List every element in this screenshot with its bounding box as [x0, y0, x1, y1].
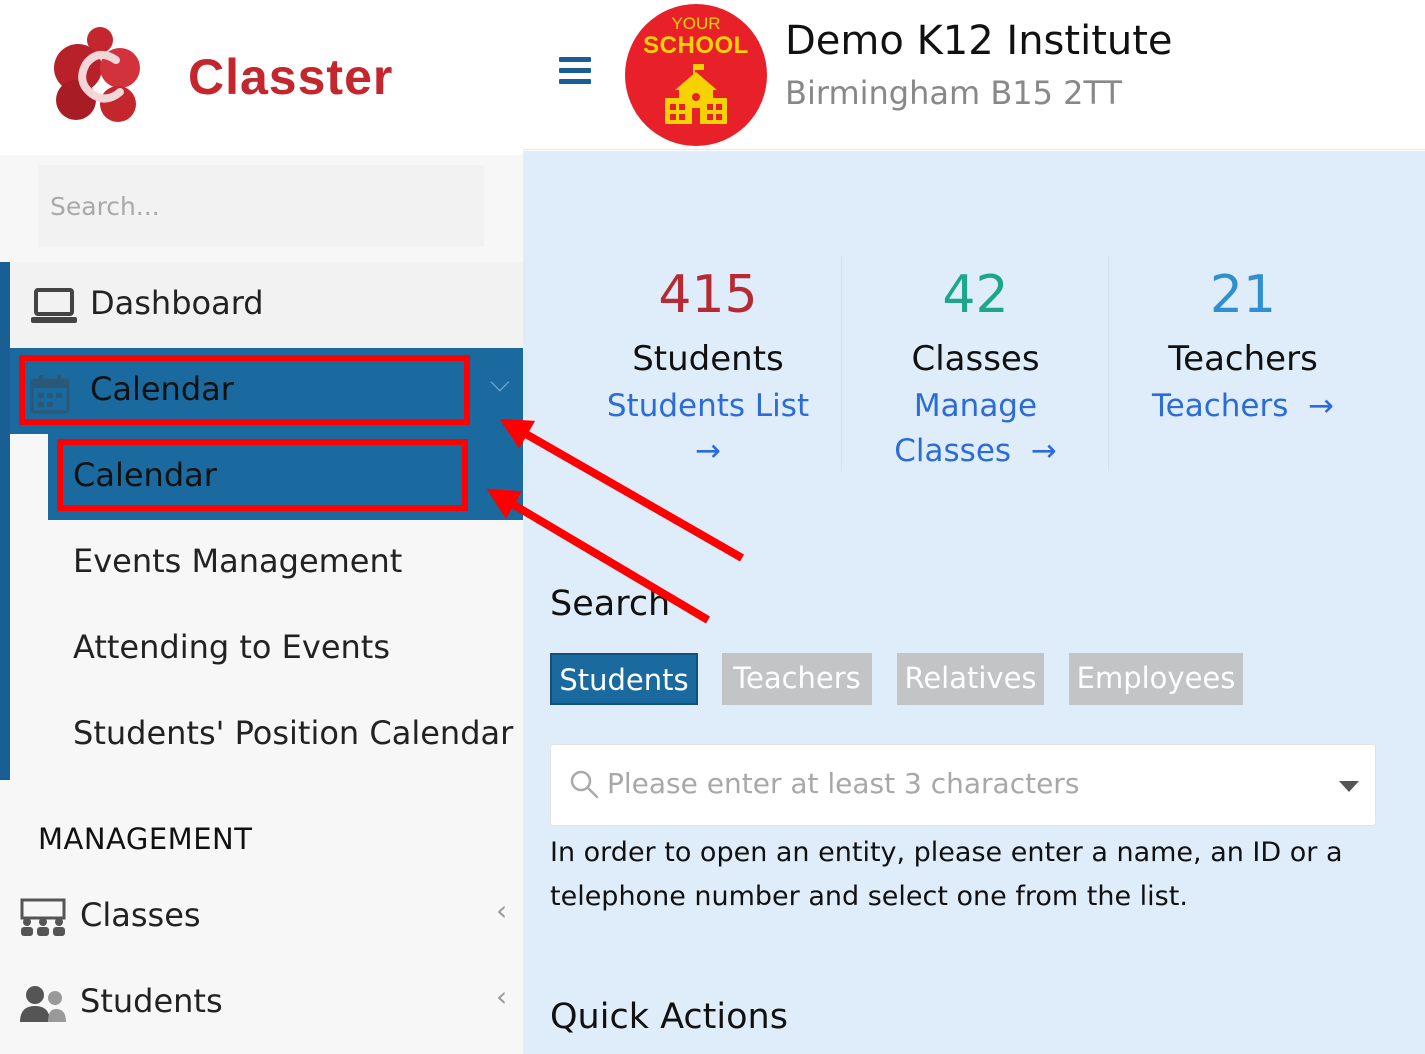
- users-icon: [20, 986, 66, 1022]
- chevron-left-icon: ‹: [496, 894, 508, 927]
- main-content: 415 Students Students List → 42 Classes …: [523, 151, 1425, 1054]
- sidebar-item-classes[interactable]: Classes ‹: [0, 876, 523, 956]
- school-logo-text: YOUR: [671, 14, 721, 33]
- institute-name: Demo K12 Institute: [785, 18, 1173, 64]
- tab-students[interactable]: Students: [550, 653, 698, 705]
- stat-divider: [1108, 256, 1109, 471]
- top-header: YOUR SCHOOL Demo K12 Institute Birmingha…: [523, 0, 1425, 150]
- tab-teachers[interactable]: Teachers: [722, 653, 872, 705]
- sidebar-item-label: Dashboard: [90, 284, 264, 322]
- caret-down-icon[interactable]: [1339, 781, 1359, 792]
- tab-employees[interactable]: Employees: [1069, 653, 1243, 705]
- sidebar-item-label: Classes: [80, 896, 201, 934]
- laptop-icon: [31, 288, 77, 323]
- tab-relatives[interactable]: Relatives: [897, 653, 1044, 705]
- sidebar: Classter Dashboard Calendar ⌵: [0, 0, 523, 1054]
- sidebar-subitem-events-management[interactable]: Events Management: [48, 520, 523, 606]
- stat-value: 415: [658, 265, 758, 325]
- sidebar-subitem-calendar[interactable]: Calendar: [48, 434, 523, 520]
- sidebar-subitem-label: Students' Position Calendar: [73, 714, 514, 752]
- sidebar-section-management: MANAGEMENT: [38, 822, 253, 856]
- brand-name: Classter: [188, 49, 394, 105]
- sidebar-subitem-label: Attending to Events: [73, 628, 390, 666]
- students-list-link[interactable]: Students List →: [578, 384, 838, 474]
- menu-toggle-icon[interactable]: [559, 57, 591, 85]
- sidebar-item-dashboard[interactable]: Dashboard: [0, 262, 523, 348]
- link-text: Classes →: [894, 433, 1057, 469]
- search-icon: [570, 770, 599, 799]
- chevron-left-icon: ‹: [496, 980, 508, 1013]
- arrow-right-icon: →: [695, 433, 721, 469]
- quick-actions-title: Quick Actions: [550, 997, 788, 1037]
- stat-label: Students: [632, 339, 784, 379]
- school-logo-text: SCHOOL: [643, 32, 749, 59]
- manage-classes-link[interactable]: Manage Classes →: [853, 384, 1098, 474]
- classter-logo-icon: [54, 27, 140, 122]
- link-text: Teachers →: [1151, 388, 1335, 424]
- stat-value: 42: [942, 265, 1009, 325]
- school-logo: YOUR SCHOOL: [625, 4, 767, 146]
- sidebar-item-label: Calendar: [90, 370, 234, 408]
- entity-search-select[interactable]: Please enter at least 3 characters: [550, 744, 1376, 826]
- stat-teachers: 21 Teachers Teachers →: [1123, 256, 1363, 429]
- classroom-icon: [20, 898, 66, 936]
- sidebar-item-students[interactable]: Students ‹: [0, 962, 523, 1042]
- school-building-icon: [665, 64, 727, 124]
- stat-students: 415 Students Students List →: [578, 256, 838, 474]
- search-help-text: In order to open an entity, please enter…: [550, 837, 1343, 912]
- sidebar-item-label: Students: [80, 982, 223, 1020]
- sidebar-item-calendar-group[interactable]: Calendar ⌵: [10, 348, 523, 434]
- stat-classes: 42 Classes Manage Classes →: [853, 256, 1098, 474]
- calendar-icon: [30, 375, 70, 414]
- institute-address: Birmingham B15 2TT: [785, 74, 1123, 112]
- sidebar-search-input[interactable]: [38, 165, 484, 247]
- sidebar-group-calendar: Calendar ⌵ Calendar Events Management At…: [0, 348, 523, 780]
- search-section-title: Search: [550, 584, 671, 624]
- stat-divider: [841, 256, 842, 471]
- link-text: Students List: [606, 388, 810, 424]
- sidebar-subitem-label: Calendar: [73, 456, 217, 494]
- sidebar-subitem-label: Events Management: [73, 542, 403, 580]
- link-text: Manage: [913, 388, 1038, 424]
- stat-label: Classes: [911, 339, 1040, 379]
- teachers-link[interactable]: Teachers →: [1123, 384, 1363, 429]
- stat-label: Teachers: [1168, 339, 1318, 379]
- classter-logo[interactable]: Classter: [0, 0, 523, 155]
- chevron-down-icon: ⌵: [490, 368, 510, 398]
- sidebar-subitem-attending-to-events[interactable]: Attending to Events: [48, 606, 523, 692]
- select-placeholder: Please enter at least 3 characters: [607, 767, 1080, 800]
- stat-value: 21: [1209, 265, 1277, 325]
- sidebar-subitem-students-position-calendar[interactable]: Students' Position Calendar: [48, 692, 523, 778]
